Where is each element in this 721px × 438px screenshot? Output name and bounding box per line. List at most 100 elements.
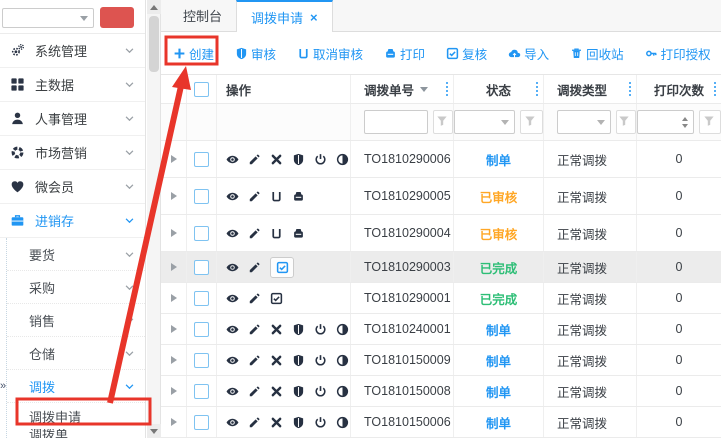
row-checkbox[interactable]: [194, 384, 209, 399]
row-checkbox[interactable]: [194, 353, 209, 368]
row-expand-icon[interactable]: [171, 387, 177, 395]
sidebar-subitem[interactable]: »调拨: [7, 370, 145, 403]
column-menu-icon[interactable]: [536, 82, 538, 96]
row-checkbox[interactable]: [194, 260, 209, 275]
power-icon[interactable]: [314, 323, 327, 336]
column-header-ops[interactable]: 操作: [217, 75, 351, 103]
row-checkbox[interactable]: [194, 415, 209, 430]
row-checkbox[interactable]: [194, 189, 209, 204]
pencil-icon[interactable]: [248, 227, 261, 240]
shield-icon[interactable]: [292, 416, 305, 429]
eye-icon[interactable]: [226, 190, 239, 203]
row-expand-icon[interactable]: [171, 155, 177, 163]
sidebar-subitem[interactable]: 仓储: [7, 337, 145, 370]
eye-icon[interactable]: [226, 292, 239, 305]
sidebar-item[interactable]: 主数据: [0, 68, 145, 102]
power-icon[interactable]: [314, 153, 327, 166]
row-expand-icon[interactable]: [171, 356, 177, 364]
row-expand-icon[interactable]: [171, 294, 177, 302]
row-checkbox[interactable]: [194, 226, 209, 241]
sidebar-item[interactable]: 人事管理: [0, 102, 145, 136]
eye-icon[interactable]: [226, 261, 239, 274]
sidebar-scrollbar[interactable]: [147, 0, 161, 438]
dashboard-button[interactable]: [100, 7, 134, 28]
sidebar-subitem[interactable]: 采购: [7, 271, 145, 304]
row-checkbox[interactable]: [194, 152, 209, 167]
column-header-print[interactable]: 打印次数: [637, 75, 721, 103]
filter-funnel-button[interactable]: [616, 110, 636, 134]
toolbar-button-check-square[interactable]: 复核: [446, 44, 487, 63]
eye-icon[interactable]: [226, 153, 239, 166]
filter-type-select[interactable]: [557, 110, 611, 134]
pencil-icon[interactable]: [248, 261, 261, 274]
toolbar-button-cancel-audit[interactable]: 取消审核: [297, 44, 363, 63]
x-icon[interactable]: [270, 153, 283, 166]
sidebar-subitem[interactable]: 调拨申请: [7, 403, 145, 429]
cancel-audit-icon[interactable]: [270, 190, 283, 203]
cancel-audit-icon[interactable]: [270, 227, 283, 240]
column-menu-icon[interactable]: [446, 82, 448, 96]
filter-print-number-input[interactable]: [637, 110, 694, 134]
pencil-icon[interactable]: [248, 323, 261, 336]
row-checkbox[interactable]: [194, 291, 209, 306]
column-header-type[interactable]: 调拨类型: [544, 75, 637, 103]
contrast-icon[interactable]: [336, 153, 349, 166]
power-icon[interactable]: [314, 385, 327, 398]
select-all-checkbox[interactable]: [194, 82, 209, 97]
scrollbar-thumb[interactable]: [149, 16, 159, 72]
filter-no-input[interactable]: [364, 110, 428, 134]
row-expand-icon[interactable]: [171, 263, 177, 271]
contrast-icon[interactable]: [336, 323, 349, 336]
x-icon[interactable]: [270, 416, 283, 429]
column-menu-icon[interactable]: [629, 82, 631, 96]
power-icon[interactable]: [314, 354, 327, 367]
eye-icon[interactable]: [226, 385, 239, 398]
eye-icon[interactable]: [226, 323, 239, 336]
row-action-check-square-button[interactable]: [270, 257, 294, 278]
sidebar-item[interactable]: 进销存: [0, 204, 145, 238]
eye-icon[interactable]: [226, 416, 239, 429]
scroll-down-button[interactable]: [147, 424, 161, 438]
toolbar-button-recycle-bin[interactable]: 回收站: [570, 44, 624, 63]
pencil-icon[interactable]: [248, 153, 261, 166]
contrast-icon[interactable]: [336, 354, 349, 367]
power-icon[interactable]: [314, 416, 327, 429]
filter-funnel-button[interactable]: [520, 110, 543, 134]
sidebar-subitem[interactable]: 销售: [7, 304, 145, 337]
sidebar-subitem[interactable]: 要货: [7, 238, 145, 271]
filter-status-select[interactable]: [454, 110, 515, 134]
contrast-icon[interactable]: [336, 416, 349, 429]
filter-funnel-button[interactable]: [699, 110, 721, 134]
toolbar-button-key[interactable]: 打印授权: [645, 44, 711, 63]
row-expand-icon[interactable]: [171, 229, 177, 237]
sidebar-item[interactable]: 系统管理: [0, 34, 145, 68]
toolbar-button-printer[interactable]: 打印: [384, 44, 425, 63]
tab-inactive[interactable]: 控制台: [169, 0, 236, 31]
sidebar-item[interactable]: 微会员: [0, 170, 145, 204]
column-header-status[interactable]: 状态: [454, 75, 544, 103]
row-expand-icon[interactable]: [171, 192, 177, 200]
column-menu-icon[interactable]: [714, 82, 716, 96]
column-header-no[interactable]: 调拨单号: [351, 75, 454, 103]
pencil-icon[interactable]: [248, 354, 261, 367]
pencil-icon[interactable]: [248, 190, 261, 203]
filter-funnel-button[interactable]: [433, 110, 453, 134]
eye-icon[interactable]: [226, 354, 239, 367]
close-icon[interactable]: ×: [310, 10, 318, 25]
pencil-icon[interactable]: [248, 385, 261, 398]
row-checkbox[interactable]: [194, 322, 209, 337]
row-expand-icon[interactable]: [171, 325, 177, 333]
number-spinner-icon[interactable]: [682, 117, 688, 128]
toolbar-button-plus[interactable]: 创建: [173, 44, 214, 63]
scroll-up-button[interactable]: [147, 0, 161, 14]
check-square-icon[interactable]: [270, 292, 283, 305]
toolbar-button-shield[interactable]: 审核: [235, 44, 276, 63]
eye-icon[interactable]: [226, 227, 239, 240]
sidebar-item[interactable]: 市场营销: [0, 136, 145, 170]
x-icon[interactable]: [270, 385, 283, 398]
sidebar-subitem[interactable]: 调拨单: [7, 429, 145, 438]
pencil-icon[interactable]: [248, 292, 261, 305]
toolbar-button-cloud-upload[interactable]: 导入: [508, 44, 549, 63]
printer-icon[interactable]: [292, 227, 305, 240]
shield-icon[interactable]: [292, 354, 305, 367]
